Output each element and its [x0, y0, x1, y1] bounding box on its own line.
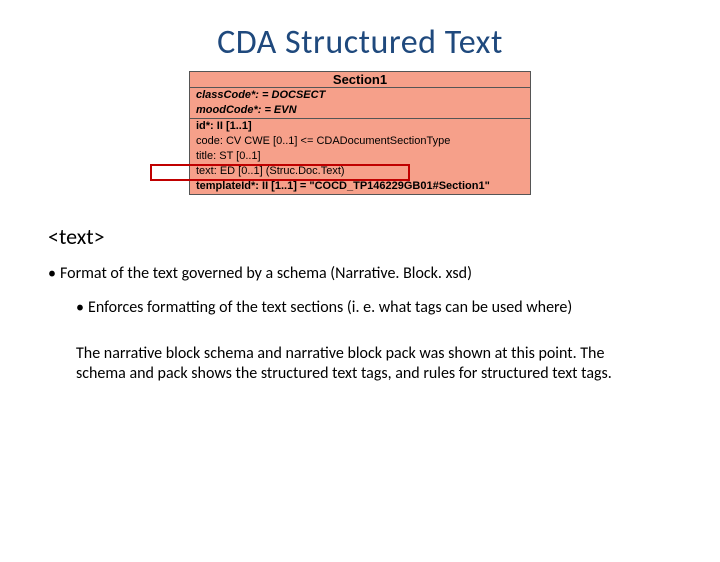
uml-attr-row: title: ST [0..1] — [190, 149, 530, 164]
uml-attr-row: templateId*: II [1..1] = "COCD_TP146229G… — [190, 179, 530, 194]
bullet-text: Format of the text governed by a schema … — [60, 264, 472, 283]
uml-attr-row: id*: II [1..1] — [190, 119, 530, 134]
slide: CDA Structured Text Section1 classCode*:… — [0, 22, 720, 562]
bullet-level-2: Enforces formatting of the text sections… — [76, 298, 680, 318]
content-block: <text> Format of the text governed by a … — [48, 223, 680, 384]
slide-title: CDA Structured Text — [0, 22, 720, 63]
uml-class-name: Section1 — [190, 72, 530, 88]
paragraph: The narrative block schema and narrative… — [76, 344, 636, 384]
uml-attr-row: moodCode*: = EVN — [190, 103, 530, 118]
uml-attr-row: text: ED [0..1] (Struc.Doc.Text) — [190, 164, 530, 179]
uml-attr-row: classCode*: = DOCSECT — [190, 88, 530, 103]
bullet-text: Enforces formatting of the text sections… — [88, 298, 572, 317]
uml-class-box: Section1 classCode*: = DOCSECT moodCode*… — [189, 71, 531, 195]
text-tag-heading: <text> — [48, 223, 680, 250]
bullet-level-1: Format of the text governed by a schema … — [48, 264, 680, 284]
uml-attr-row: code: CV CWE [0..1] <= CDADocumentSectio… — [190, 134, 530, 149]
